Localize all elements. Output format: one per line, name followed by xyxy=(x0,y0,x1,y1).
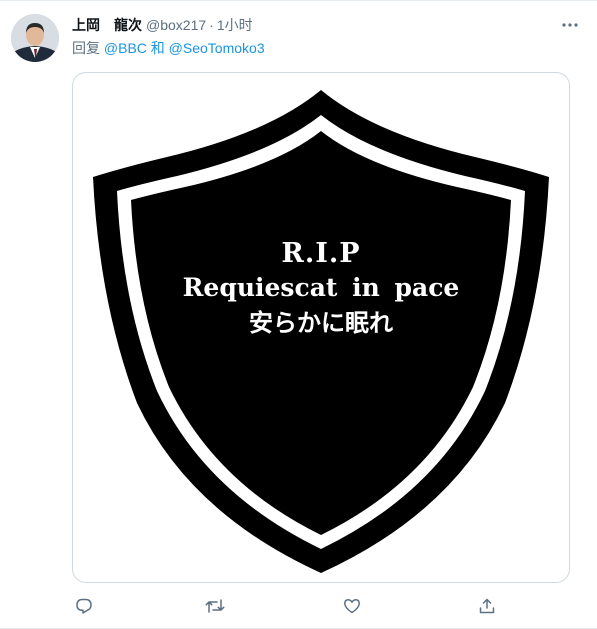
reply-prefix: 回复 xyxy=(72,40,100,56)
heart-icon xyxy=(344,599,360,614)
mention-seotomoko3[interactable]: @SeoTomoko3 xyxy=(169,40,265,56)
like-button[interactable] xyxy=(340,594,364,618)
avatar[interactable] xyxy=(11,14,59,62)
separator-dot: · xyxy=(209,17,214,33)
reply-icon xyxy=(76,598,92,614)
more-options-button[interactable] xyxy=(559,15,581,35)
share-icon xyxy=(479,598,495,614)
share-button[interactable] xyxy=(475,594,499,618)
user-handle[interactable]: @box217 xyxy=(146,17,206,33)
retweet-button[interactable] xyxy=(203,594,227,618)
tweet-header: 上岡 龍次 @box217 · 1小时 xyxy=(72,15,253,35)
mention-bbc[interactable]: @BBC 和 xyxy=(104,40,165,56)
reply-button[interactable] xyxy=(72,594,96,618)
image-text-latin: Requiescat in pace xyxy=(182,273,460,302)
tweet[interactable]: 上岡 龍次 @box217 · 1小时 回复 @BBC 和 @SeoTomoko… xyxy=(0,0,597,629)
display-name[interactable]: 上岡 龍次 xyxy=(72,15,142,35)
image-text-rip: R.I.P xyxy=(281,238,361,269)
tweet-actions xyxy=(72,594,502,618)
tweet-image[interactable]: R.I.P Requiescat in pace 安らかに眠れ xyxy=(72,72,570,583)
retweet-icon xyxy=(205,599,225,613)
reply-context: 回复 @BBC 和 @SeoTomoko3 xyxy=(72,38,265,58)
timestamp[interactable]: 1小时 xyxy=(217,15,253,35)
avatar-image xyxy=(11,14,59,62)
image-text-japanese: 安らかに眠れ xyxy=(249,308,393,337)
more-horizontal-icon xyxy=(562,23,578,27)
